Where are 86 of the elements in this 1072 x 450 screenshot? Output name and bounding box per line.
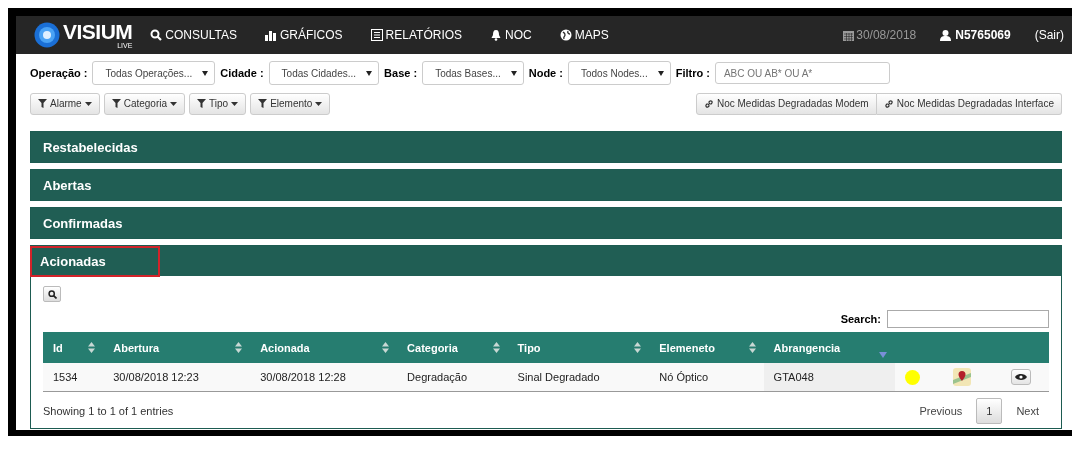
nav-link[interactable]: RELATÓRIOS [370,28,463,42]
filter-icon [111,99,121,108]
panel-title: Abertas [43,176,92,195]
filter-dropdown-button[interactable]: Tipo [189,92,247,115]
filter-select[interactable]: Todas Cidades... [268,61,380,85]
nav-link[interactable]: MAPS [559,28,609,42]
panel-header[interactable]: Acionadas [31,246,1061,276]
bell-icon [490,29,503,41]
link-button[interactable]: Noc Medidas Degradadas Interface [876,92,1062,115]
panel-header[interactable]: Abertas [31,170,1061,200]
column-header[interactable]: Categoria [397,332,508,363]
map-pin-icon[interactable] [953,368,971,386]
logo-text: VISIUM [63,21,133,42]
table-cell: GTA048 [763,363,895,392]
filter-label: Filtro : [675,67,710,79]
filter-dropdown-button[interactable]: Alarme [30,92,100,115]
sort-icon[interactable] [634,342,642,353]
table-cell: Degradação [397,363,508,392]
table-cell: Nó Óptico [649,363,764,392]
page-button[interactable]: 1 [976,398,1003,424]
filter-select[interactable]: Todas Bases... [422,61,524,85]
table-cell: 1534 [43,363,104,392]
column-header[interactable]: Tipo [507,332,650,363]
panel-title: Restabelecidas [43,138,138,157]
column-header[interactable]: Abertura [103,332,251,363]
filter-label: Node : [528,67,563,79]
column-header[interactable]: Acionada [250,332,398,363]
nav-link[interactable]: NOC [490,28,532,42]
link-icon [883,98,894,109]
link-button[interactable]: Noc Medidas Degradadas Modem [695,92,877,115]
caret-icon [170,101,178,106]
user-icon [940,29,952,41]
user-name: N5765069 [940,28,1011,42]
column-header[interactable]: Id [43,332,104,363]
table-cell: Sinal Degradado [507,363,650,392]
panel-title: Acionadas [32,247,158,275]
nav-link[interactable]: GRÁFICOS [264,28,343,42]
search-field[interactable] [887,310,1049,328]
caret-icon [510,70,517,76]
caret-icon [366,70,373,76]
view-button[interactable] [1011,369,1031,385]
caret-icon [202,70,209,76]
next-button[interactable]: Next [1006,398,1049,424]
panel-title: Confirmadas [43,214,123,233]
calendar-icon [843,29,855,41]
caret-icon [315,101,323,106]
sort-icon[interactable] [492,342,500,353]
eye-icon [1015,373,1027,381]
table-cell: 30/08/2018 12:23 [103,363,251,392]
filter-dropdown-button[interactable]: Elemento [250,92,331,115]
column-header[interactable]: Elemeneto [649,332,764,363]
logo-orb-icon [34,22,60,48]
filter-select[interactable]: Todos Nodes... [567,61,671,85]
bar-chart-icon [264,29,277,41]
filter-dropdown-button[interactable]: Categoria [103,92,186,115]
caret-icon [231,101,239,106]
sort-icon[interactable] [748,342,756,353]
sort-icon[interactable] [382,342,390,353]
filter-select[interactable]: Todas Operações... [92,61,216,85]
filter-label: Cidade : [220,67,264,79]
caret-icon [657,70,664,76]
search-icon [150,29,163,41]
filter-icon [258,99,268,108]
logout-link[interactable]: (Sair) [1034,28,1064,42]
date-label: 30/08/2018 [843,28,917,42]
nav-link[interactable]: CONSULTAS [150,28,237,42]
filter-icon [197,99,207,108]
search-label: Search: [840,313,881,325]
filter-icon [38,99,47,108]
search-icon [47,289,57,299]
globe-icon [559,29,572,41]
filter-input[interactable]: ABC OU AB* OU A* [714,62,890,84]
entries-info: Showing 1 to 1 of 1 entries [43,405,174,417]
filter-label: Base : [384,67,418,79]
panel-header[interactable]: Restabelecidas [31,132,1061,162]
panel-header[interactable]: Confirmadas [31,208,1061,238]
link-icon [703,98,714,109]
column-header[interactable]: Abrangencia [763,332,895,363]
caret-icon [84,101,92,106]
sort-icon[interactable] [235,342,243,353]
table-cell: 30/08/2018 12:28 [250,363,398,392]
filter-label: Operação : [30,67,88,79]
previous-button[interactable]: Previous [909,398,973,424]
sort-icon[interactable] [88,342,96,353]
list-icon [370,29,383,41]
search-button[interactable] [43,286,61,302]
